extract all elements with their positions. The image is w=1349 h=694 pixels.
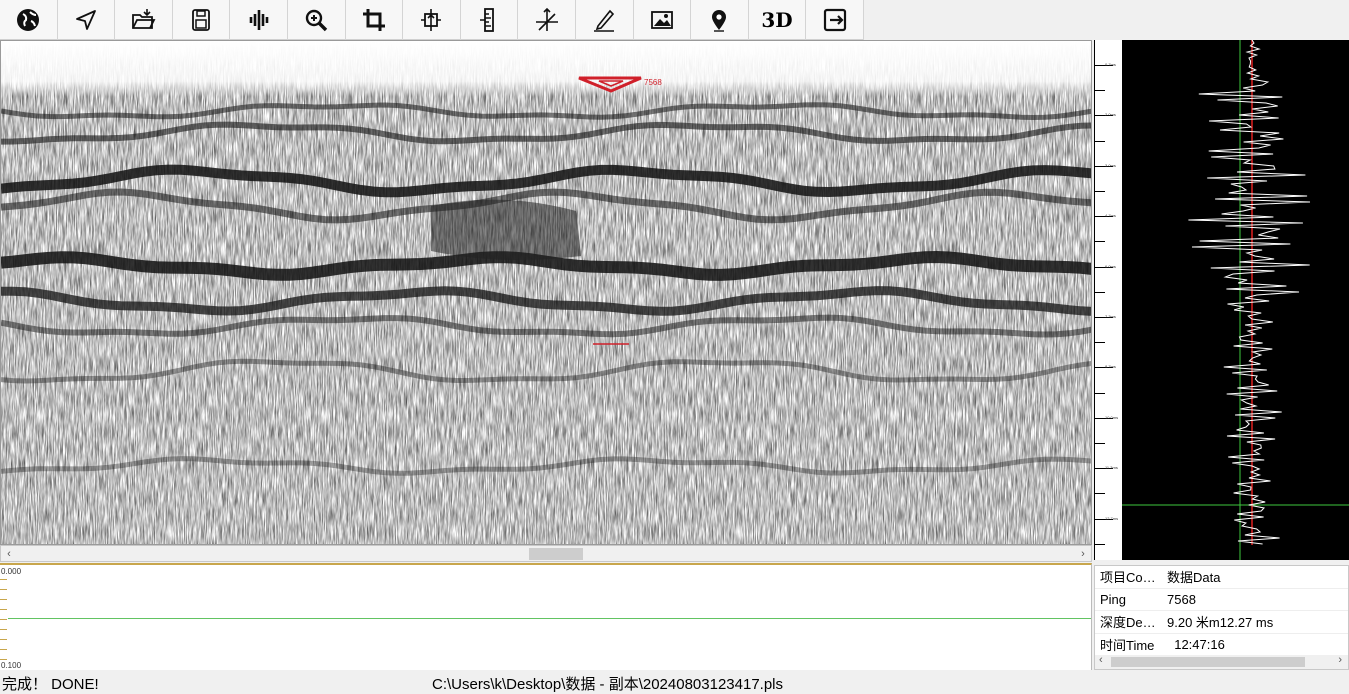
scroll-left-icon[interactable]: ‹ xyxy=(1,546,17,562)
depth-ruler: 0.7ms 2.0ms 3.0ms 4.7ms 6.0ms 7.3ms 8.7ms 10.0m… xyxy=(1094,40,1122,570)
ruler-label: 0.7ms xyxy=(1105,62,1116,67)
seismic-image: 7568 xyxy=(1,41,1091,544)
info-row: Ping 7568 xyxy=(1095,589,1348,611)
pen-button[interactable] xyxy=(576,0,634,40)
graph-top-label: 0.000 xyxy=(1,567,22,576)
info-row: 深度De… 9.20 米m12.27 ms xyxy=(1095,611,1348,634)
navigate-icon xyxy=(75,10,96,30)
scroll-left-icon[interactable]: ‹ xyxy=(1099,654,1103,666)
status-message: 完成！ DONE! xyxy=(2,676,99,693)
trace-panel xyxy=(1122,40,1349,560)
exit-button[interactable] xyxy=(806,0,864,40)
open-folder-icon xyxy=(132,9,156,29)
zoom-in-button[interactable] xyxy=(288,0,346,40)
image-icon xyxy=(650,11,673,29)
save-button[interactable] xyxy=(173,0,231,40)
info-scrollbar[interactable]: ‹ › xyxy=(1095,654,1348,669)
axis-button[interactable] xyxy=(518,0,576,40)
vertical-adjust-button[interactable] xyxy=(403,0,461,40)
ruler-label: 12.7ms xyxy=(1105,515,1119,521)
3d-view-button[interactable]: 3D xyxy=(749,0,807,40)
navigate-button[interactable] xyxy=(58,0,116,40)
scroll-right-icon[interactable]: › xyxy=(1338,654,1342,666)
toolbar: 3D xyxy=(0,0,864,40)
image-button[interactable] xyxy=(634,0,692,40)
map-pin-button[interactable] xyxy=(691,0,749,40)
zoom-in-icon xyxy=(306,9,328,32)
map-pin-icon xyxy=(712,10,727,32)
ruler-label: 11.3ms xyxy=(1105,465,1118,471)
horizontal-scrollbar[interactable]: ‹ › xyxy=(0,545,1092,562)
graph-bottom-label: 0.100 xyxy=(1,661,22,670)
open-folder-button[interactable] xyxy=(115,0,173,40)
file-path: C:\Users\k\Desktop\数据 - 副本\2024080312341… xyxy=(432,676,783,693)
status-bar: 完成！ DONE! C:\Users\k\Desktop\数据 - 副本\202… xyxy=(0,672,1349,693)
crop-icon xyxy=(362,9,385,31)
axis-icon xyxy=(535,7,558,31)
waveform-icon xyxy=(249,10,268,30)
ruler-label: 8.7ms xyxy=(1105,364,1116,370)
scrollbar-thumb[interactable] xyxy=(529,548,583,560)
graph-line xyxy=(8,618,1091,619)
globe-icon xyxy=(17,9,40,31)
vertical-adjust-icon xyxy=(421,9,442,31)
globe-button[interactable] xyxy=(0,0,58,40)
pen-icon xyxy=(594,9,615,32)
marker-label: 7568 xyxy=(644,78,662,87)
ruler-label: 3.0ms xyxy=(1105,162,1116,168)
info-scrollbar-thumb[interactable] xyxy=(1111,657,1305,667)
crop-button[interactable] xyxy=(346,0,404,40)
ruler-label: 7.3ms xyxy=(1105,314,1116,319)
ruler-label: 6.0ms xyxy=(1105,263,1116,269)
ruler-label: 2.0ms xyxy=(1105,112,1116,118)
ruler-button[interactable] xyxy=(461,0,519,40)
info-table: 项目Co… 数据Data Ping 7568 深度De… 9.20 米m12.2… xyxy=(1094,565,1349,670)
save-icon xyxy=(192,9,210,31)
3d-label: 3D xyxy=(761,8,793,32)
seismic-profile[interactable]: 7568 xyxy=(0,40,1092,545)
ruler-label: 4.7ms xyxy=(1105,213,1116,219)
waveform-button[interactable] xyxy=(230,0,288,40)
info-row: 时间Time 12:47:16 xyxy=(1095,634,1348,656)
ruler-icon xyxy=(480,8,494,32)
trace-waveform xyxy=(1122,40,1349,560)
exit-icon xyxy=(823,8,846,32)
bottom-graph: 0.000 0.100 xyxy=(0,563,1092,670)
info-row: 项目Co… 数据Data xyxy=(1095,566,1348,589)
scroll-right-icon[interactable]: › xyxy=(1075,546,1091,562)
ruler-label: 10.0ms xyxy=(1105,414,1119,420)
